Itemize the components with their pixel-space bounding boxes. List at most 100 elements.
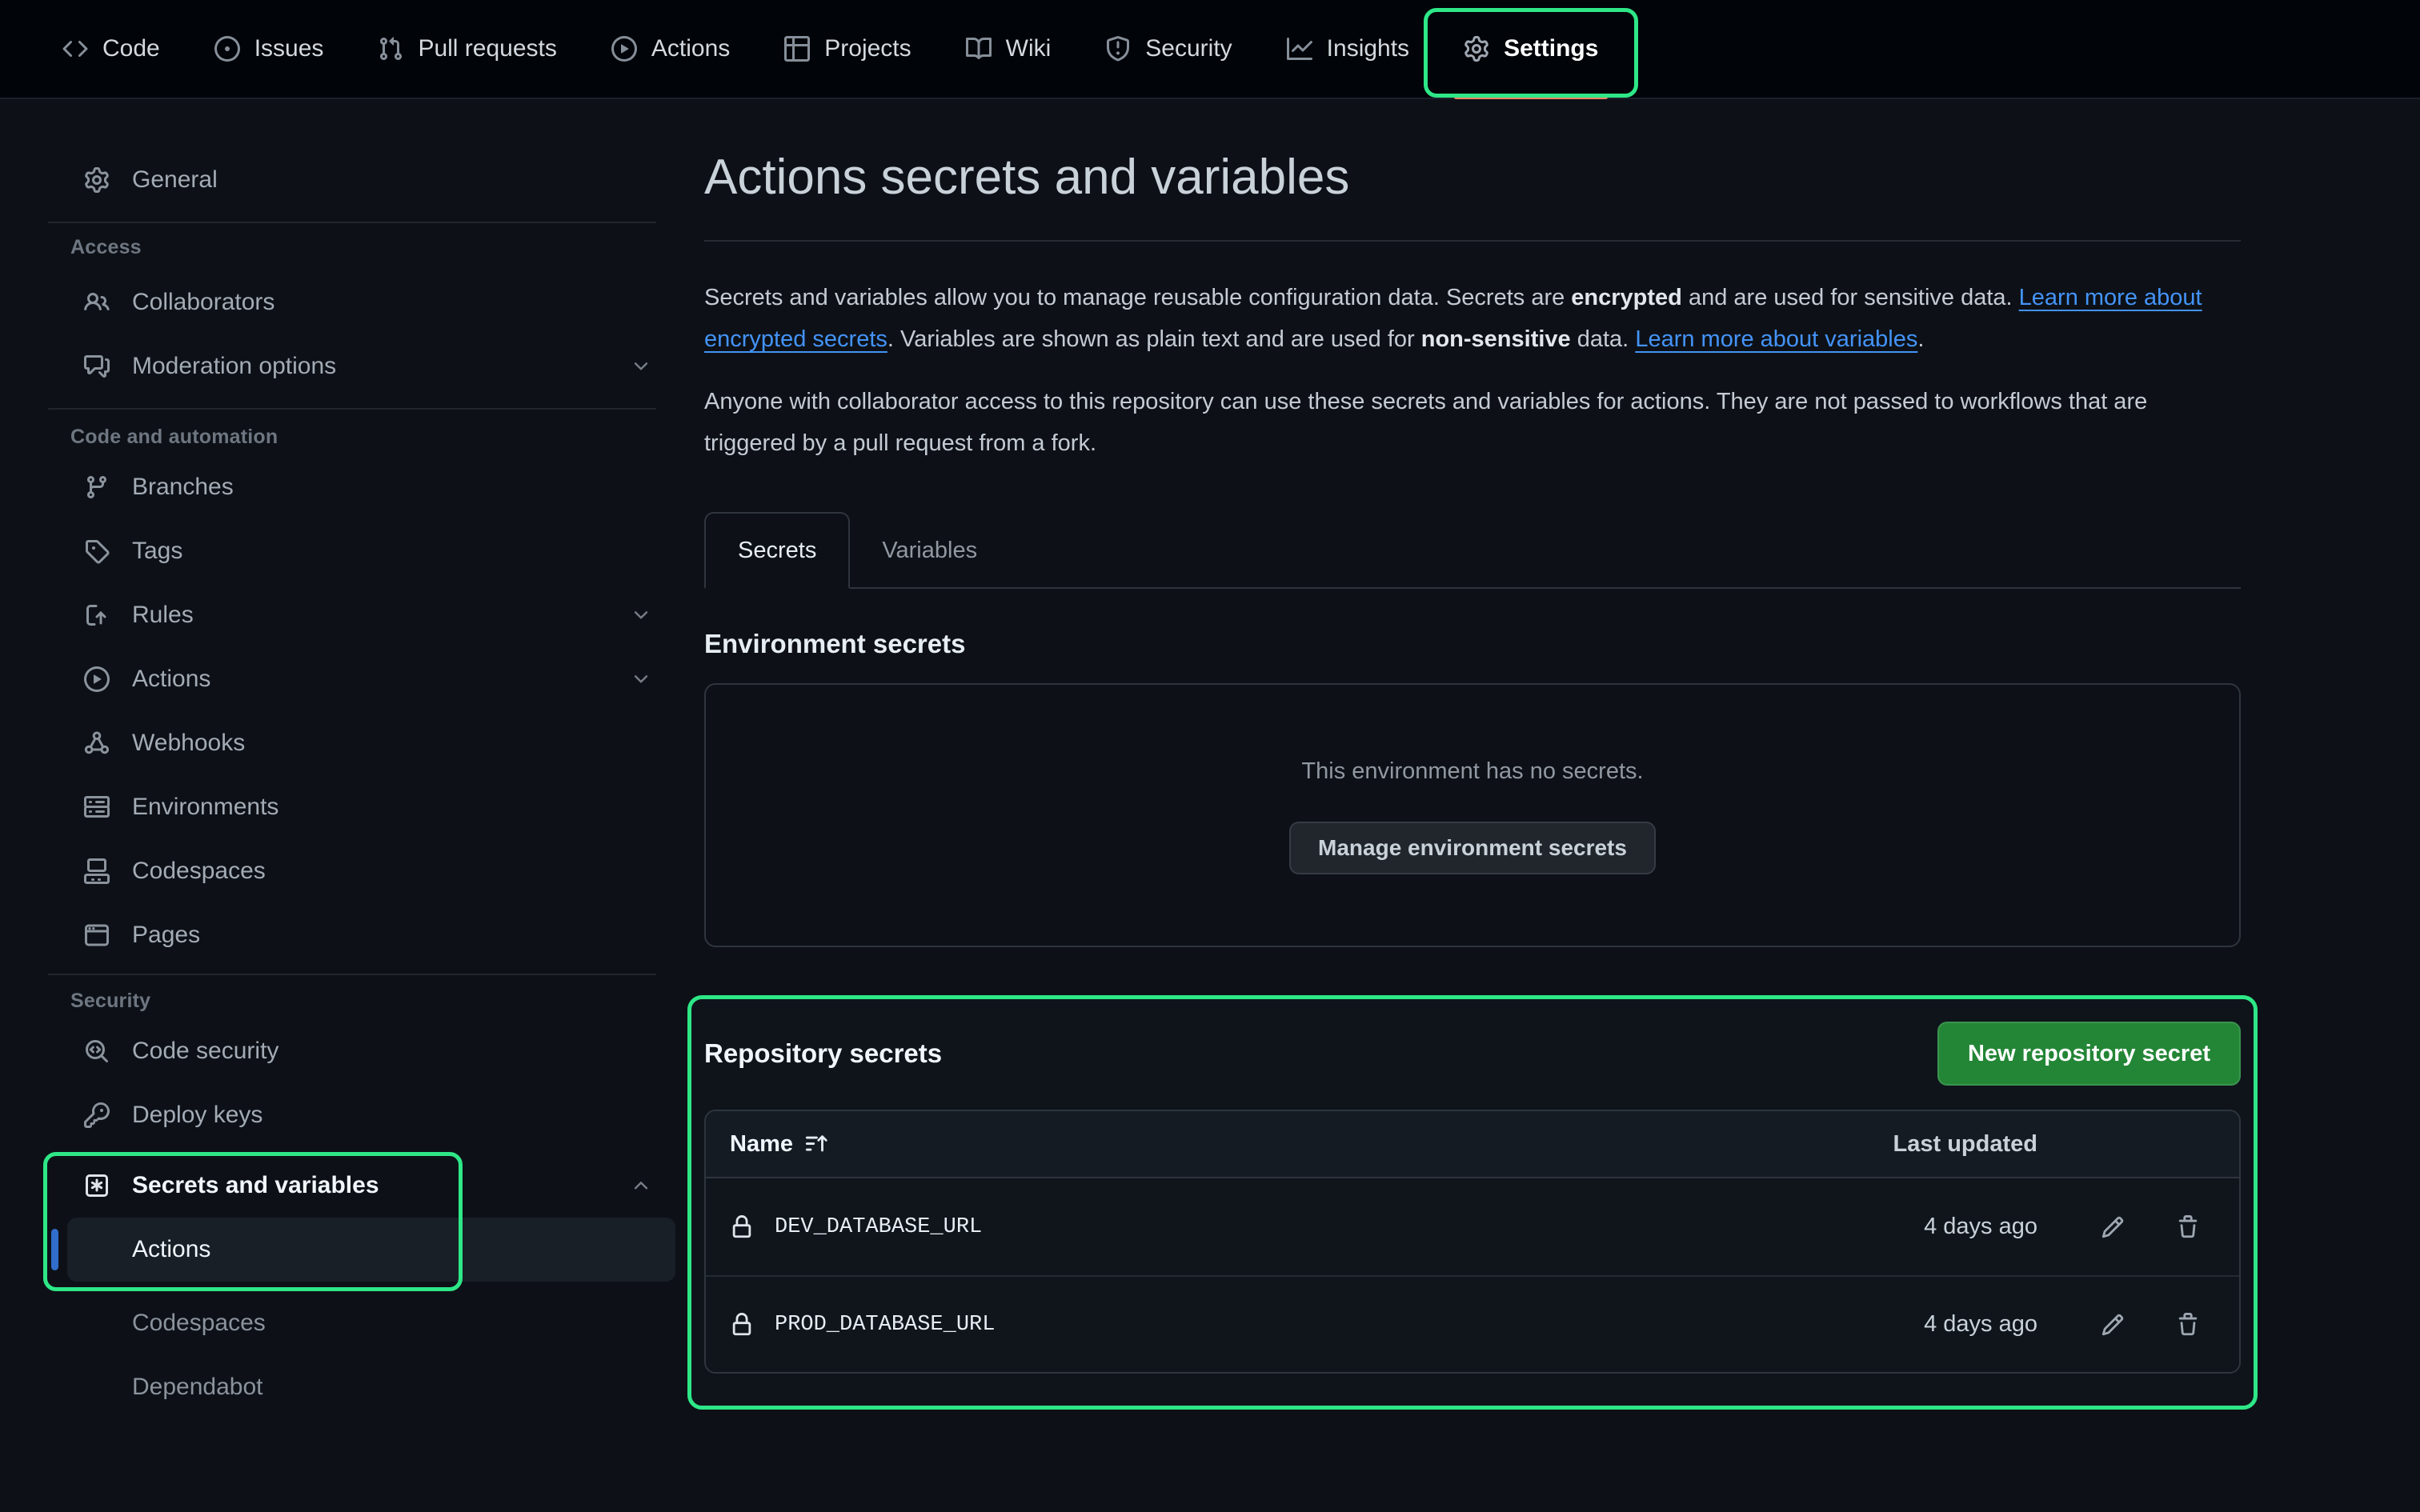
tab-label: Projects xyxy=(824,35,911,62)
trash-icon xyxy=(2176,1215,2200,1239)
manage-environment-secrets-button[interactable]: Manage environment secrets xyxy=(1289,822,1656,874)
name-header-label: Name xyxy=(730,1131,793,1158)
main-content: Actions secrets and variables Secrets an… xyxy=(704,136,2241,1410)
issue-opened-icon xyxy=(214,36,240,62)
sidebar-section-access: Access xyxy=(70,236,672,259)
people-icon xyxy=(84,290,110,315)
sidebar-item-secrets-codespaces[interactable]: Codespaces xyxy=(48,1298,672,1349)
codespaces-icon xyxy=(84,858,110,884)
secret-last-updated: 4 days ago xyxy=(1924,1311,2037,1338)
comment-discussion-icon xyxy=(84,354,110,379)
sidebar-item-secrets-and-variables[interactable]: Secrets and variables xyxy=(48,1160,672,1211)
sidebar-item-pages[interactable]: Pages xyxy=(48,910,672,961)
repository-secrets-header: Repository secrets New repository secret xyxy=(704,1017,2241,1090)
repository-secrets-section: Repository secrets New repository secret… xyxy=(687,995,2258,1410)
sidebar-item-label: Code security xyxy=(132,1038,672,1065)
active-tab-underline xyxy=(1454,95,1608,99)
secrets-and-variables-group: Secrets and variables Actions xyxy=(48,1154,672,1286)
chevron-down-icon xyxy=(631,356,651,377)
tab-issues[interactable]: Issues xyxy=(187,0,351,98)
tab-security[interactable]: Security xyxy=(1078,0,1259,98)
sidebar-item-label: Secrets and variables xyxy=(132,1172,631,1199)
sidebar-item-label: Actions xyxy=(132,1236,675,1263)
edit-secret-button[interactable] xyxy=(2093,1306,2132,1344)
tab-settings[interactable]: Settings xyxy=(1436,0,1625,98)
sidebar-item-branches[interactable]: Branches xyxy=(48,462,672,513)
settings-sidebar: General Access Collaborators Moderation … xyxy=(48,148,672,1426)
intro-text: and are used for sensitive data. xyxy=(1682,285,2019,310)
key-asterisk-icon xyxy=(84,1173,110,1198)
sidebar-item-label: Codespaces xyxy=(132,858,672,885)
trash-icon xyxy=(2176,1313,2200,1337)
sidebar-item-general[interactable]: General xyxy=(48,154,672,206)
intro-text: data. xyxy=(1571,326,1636,352)
chevron-down-icon xyxy=(631,605,651,626)
repository-secrets-heading: Repository secrets xyxy=(704,1038,942,1069)
chevron-up-icon xyxy=(631,1175,651,1196)
lock-icon xyxy=(730,1313,754,1337)
sort-ascending-icon[interactable] xyxy=(804,1132,828,1156)
sidebar-divider xyxy=(48,974,656,975)
intro-bold-non-sensitive: non-sensitive xyxy=(1421,326,1571,352)
tab-secrets[interactable]: Secrets xyxy=(704,512,850,589)
delete-secret-button[interactable] xyxy=(2169,1208,2207,1246)
server-icon xyxy=(84,794,110,820)
tab-label: Pull requests xyxy=(418,35,556,62)
sidebar-item-environments[interactable]: Environments xyxy=(48,782,672,833)
sidebar-item-label: Actions xyxy=(132,666,631,693)
new-repository-secret-button[interactable]: New repository secret xyxy=(1937,1022,2241,1086)
pencil-icon xyxy=(2101,1313,2125,1337)
gear-icon xyxy=(1464,36,1489,62)
sidebar-item-label: Moderation options xyxy=(132,353,631,380)
link-learn-variables[interactable]: Learn more about variables xyxy=(1635,326,1917,352)
tab-actions[interactable]: Actions xyxy=(584,0,757,98)
shield-icon xyxy=(1105,36,1131,62)
tab-pull-requests[interactable]: Pull requests xyxy=(351,0,583,98)
sidebar-item-moderation-options[interactable]: Moderation options xyxy=(48,341,672,392)
tab-projects[interactable]: Projects xyxy=(757,0,938,98)
sidebar-item-actions[interactable]: Actions xyxy=(48,654,672,705)
graph-icon xyxy=(1287,36,1312,62)
sidebar-divider xyxy=(48,222,656,223)
play-icon xyxy=(611,36,637,62)
table-row: PROD_DATABASE_URL 4 days ago xyxy=(706,1275,2239,1372)
delete-secret-button[interactable] xyxy=(2169,1306,2207,1344)
code-icon xyxy=(62,36,88,62)
sidebar-item-label: Environments xyxy=(132,794,672,821)
gear-icon xyxy=(84,167,110,193)
table-header-row: Name Last updated xyxy=(706,1111,2239,1178)
sidebar-item-secrets-actions[interactable]: Actions xyxy=(67,1218,675,1282)
webhook-icon xyxy=(84,730,110,756)
sidebar-item-rules[interactable]: Rules xyxy=(48,590,672,641)
sidebar-item-label: Tags xyxy=(132,538,672,565)
sidebar-item-label: Collaborators xyxy=(132,289,672,316)
sidebar-item-secrets-dependabot[interactable]: Dependabot xyxy=(48,1362,672,1413)
tab-label: Security xyxy=(1145,35,1232,62)
sidebar-item-label: Dependabot xyxy=(132,1374,672,1401)
last-updated-column-header: Last updated xyxy=(1893,1131,2037,1158)
sidebar-item-deploy-keys[interactable]: Deploy keys xyxy=(48,1090,672,1141)
git-branch-icon xyxy=(84,474,110,500)
tab-label: Settings xyxy=(1504,35,1598,62)
edit-secret-button[interactable] xyxy=(2093,1208,2132,1246)
sidebar-section-security: Security xyxy=(70,990,672,1013)
tab-variables[interactable]: Variables xyxy=(850,512,1009,589)
tab-wiki[interactable]: Wiki xyxy=(939,0,1079,98)
book-icon xyxy=(966,36,992,62)
sidebar-item-tags[interactable]: Tags xyxy=(48,526,672,577)
github-settings-page: Code Issues Pull requests Actions Projec… xyxy=(0,0,2420,1512)
sidebar-item-label: Pages xyxy=(132,922,672,949)
tab-label: Code xyxy=(102,35,160,62)
sidebar-item-codespaces[interactable]: Codespaces xyxy=(48,846,672,897)
sidebar-item-label: Branches xyxy=(132,474,672,501)
tab-label: Wiki xyxy=(1006,35,1052,62)
chevron-down-icon xyxy=(631,669,651,690)
sidebar-item-code-security[interactable]: Code security xyxy=(48,1026,672,1077)
sidebar-item-collaborators[interactable]: Collaborators xyxy=(48,277,672,328)
sidebar-item-label: Rules xyxy=(132,602,631,629)
sidebar-item-webhooks[interactable]: Webhooks xyxy=(48,718,672,769)
tab-insights[interactable]: Insights xyxy=(1260,0,1436,98)
tab-code[interactable]: Code xyxy=(35,0,187,98)
browser-icon xyxy=(84,922,110,948)
play-icon xyxy=(84,666,110,692)
